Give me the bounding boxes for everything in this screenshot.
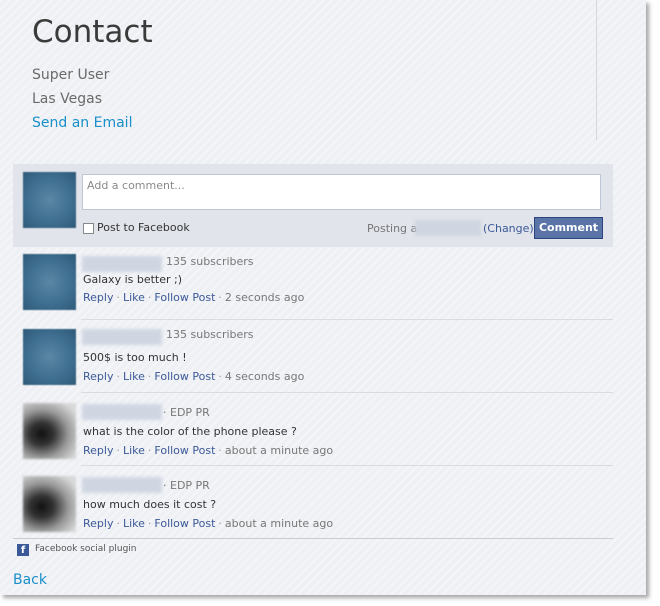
post-to-facebook-label: Post to Facebook [97,221,190,234]
comment-time: 4 seconds ago [224,370,305,383]
avatar [23,172,76,228]
like-link[interactable]: Like [123,291,145,304]
divider [13,538,613,539]
comment-input[interactable]: Add a comment... [82,174,601,210]
blurred-username [82,477,162,493]
comment-item: · EDP PR how much does it cost ? Reply · L… [13,466,613,539]
comment-composer: Add a comment... Post to Facebook Postin… [13,164,613,247]
reply-link[interactable]: Reply [83,444,113,457]
comment-actions: Reply · Like · Follow Post · about a minute ag… [83,517,334,530]
avatar [23,254,76,310]
avatar [23,403,76,459]
comment-actions: Reply · Like · Follow Post · about a minute ag… [83,444,334,457]
facebook-icon: f [17,544,29,556]
follow-post-link[interactable]: Follow Post [154,444,215,457]
blurred-username [82,329,162,345]
comment-button[interactable]: Comment [534,217,603,239]
blurred-username [415,220,481,236]
comment-text: how much does it cost ? [83,498,217,511]
contact-name: Super User [32,67,110,83]
follow-post-link[interactable]: Follow Post [154,370,215,383]
follow-post-link[interactable]: Follow Post [154,517,215,530]
send-email-link[interactable]: Send an Email [32,115,132,131]
blurred-username [82,404,162,420]
comment-meta: · EDP PR [163,479,210,492]
comment-text: Galaxy is better ;) [83,273,183,286]
divider [596,0,597,140]
like-link[interactable]: Like [123,517,145,530]
post-to-facebook-checkbox[interactable] [83,223,94,234]
facebook-plugin-label[interactable]: Facebook social plugin [35,544,137,554]
back-link[interactable]: Back [13,572,47,588]
contact-location: Las Vegas [32,91,102,107]
comment-item: 135 subscribers 500$ is too much ! Reply… [13,320,613,393]
avatar [23,329,76,385]
follow-post-link[interactable]: Follow Post [154,291,215,304]
page-title: Contact [32,14,153,50]
comment-time: about a minute ago [224,444,334,457]
comment-meta: 135 subscribers [166,255,254,268]
comment-time: about a minute ago [224,517,334,530]
page-frame: Contact Super User Las Vegas Send an Ema… [0,0,646,595]
comment-meta: 135 subscribers [166,328,254,341]
comment-actions: Reply · Like · Follow Post · 2 seconds ago [83,291,305,304]
like-link[interactable]: Like [123,370,145,383]
comment-actions: Reply · Like · Follow Post · 4 seconds ago [83,370,305,383]
comment-text: 500$ is too much ! [83,351,187,364]
reply-link[interactable]: Reply [83,517,113,530]
reply-link[interactable]: Reply [83,291,113,304]
comment-item: 135 subscribers Galaxy is better ;) Repl… [13,247,613,320]
change-link[interactable]: (Change) [483,222,534,235]
comment-time: 2 seconds ago [224,291,305,304]
comment-item: · EDP PR what is the color of the phone … [13,393,613,466]
like-link[interactable]: Like [123,444,145,457]
reply-link[interactable]: Reply [83,370,113,383]
avatar [23,476,76,532]
comment-meta: · EDP PR [163,406,210,419]
blurred-username [82,256,162,272]
comment-text: what is the color of the phone please ? [83,425,297,438]
